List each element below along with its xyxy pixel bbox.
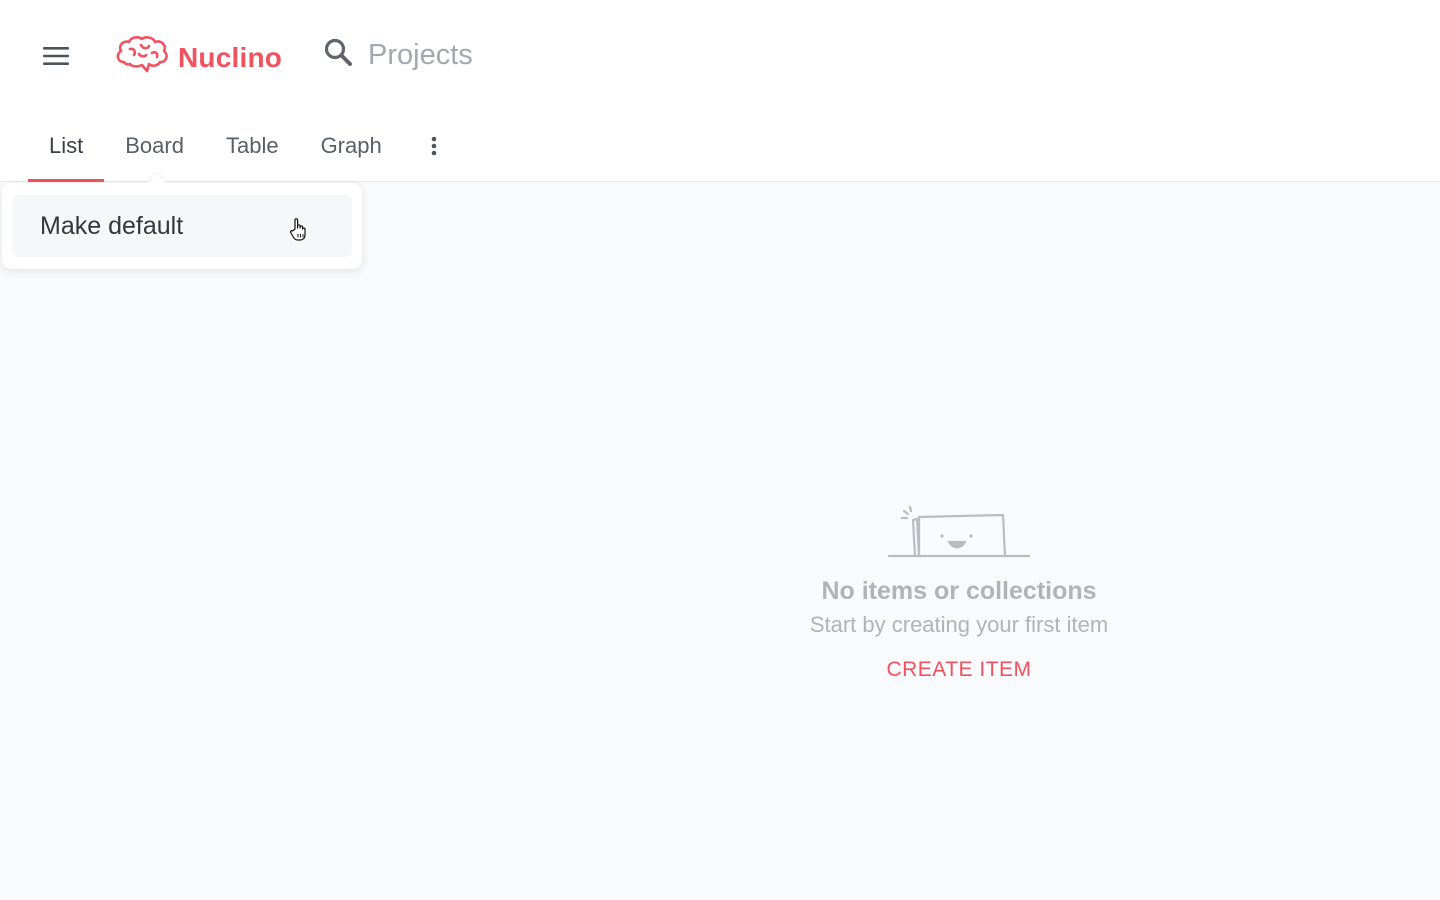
search-input[interactable]: Projects [368,39,473,72]
tab-label: Table [225,133,279,158]
search-icon [322,36,356,75]
top-bar: Nuclino Projects List Board Table Graph [0,0,1440,182]
empty-state-title: No items or collections [821,577,1097,605]
tab-label: List [49,133,84,158]
make-default-menu-item[interactable]: Make default [12,195,352,257]
more-vertical-icon[interactable] [425,134,443,160]
create-item-button[interactable]: CREATE ITEM [886,658,1031,682]
tab-label: Graph [320,133,382,158]
tab-list[interactable]: List [28,118,105,182]
app-name: Nuclino [178,41,283,73]
tab-board[interactable]: Board [104,118,205,182]
empty-state: No items or collections Start by creatin… [760,500,1158,682]
search-bar[interactable]: Projects [322,36,473,75]
brain-logo-icon [114,34,170,81]
view-tabs: List Board Table Graph [28,118,403,182]
hamburger-menu-icon[interactable] [40,44,72,68]
tab-label: Board [125,133,184,158]
view-options-dropdown: Make default [2,183,362,269]
tab-graph[interactable]: Graph [300,118,403,182]
tab-table[interactable]: Table [205,118,300,182]
smiling-box-icon [760,500,1158,567]
logo[interactable]: Nuclino [114,34,282,81]
empty-state-subtitle: Start by creating your first item [809,612,1109,637]
